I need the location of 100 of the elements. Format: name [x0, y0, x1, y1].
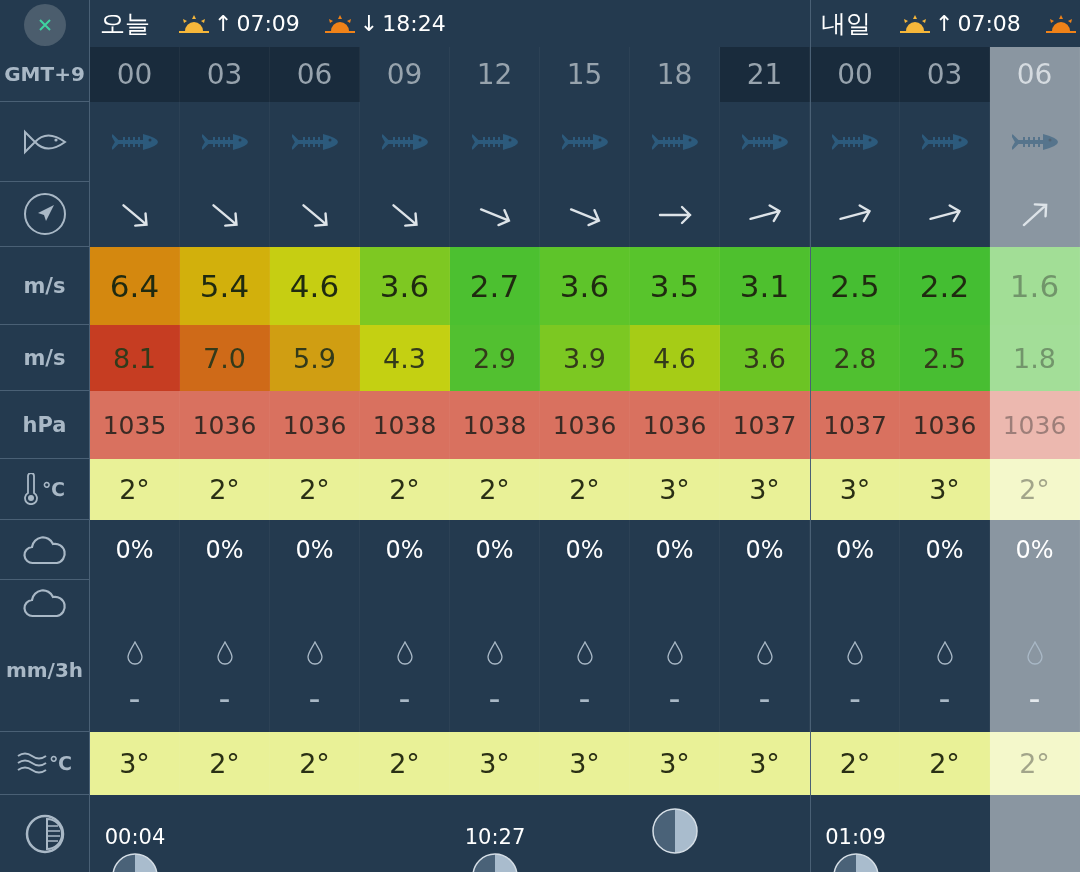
hour-tab[interactable]: 03 — [180, 47, 270, 102]
precipitation-value: – — [219, 686, 230, 712]
precipitation-value: – — [849, 686, 861, 712]
arrow-glyph: ↓ — [359, 11, 379, 36]
fish-skeleton-icon — [651, 132, 698, 152]
water-temperature-cell: 2° — [270, 732, 360, 795]
pressure-cell: 1037 — [810, 391, 900, 459]
arrow-glyph: ↑ — [935, 11, 954, 36]
precipitation-value: – — [1029, 686, 1040, 712]
fish-skeleton-icon — [381, 132, 428, 152]
raindrop-icon — [666, 640, 683, 665]
wind-speed-cell: 3.6 — [360, 247, 450, 325]
wind-speed-cell: 2.5 — [810, 247, 900, 325]
water-temperature-cell: 2° — [360, 732, 450, 795]
hour-tab[interactable]: 00 — [90, 47, 180, 102]
cloud-cover-cell: 0% — [360, 520, 450, 580]
hour-tab[interactable]: 12 — [450, 47, 540, 102]
hour-tab[interactable]: 15 — [540, 47, 630, 102]
temperature-cell: 3° — [810, 459, 900, 520]
fish-skeleton-icon — [921, 132, 968, 152]
moon-time: 00:04 — [104, 825, 166, 849]
gust-speed-cell: 2.8 — [810, 325, 900, 391]
water-temperature-cell: 3° — [540, 732, 630, 795]
gust-speed-cell: 2.5 — [900, 325, 990, 391]
close-button[interactable] — [23, 3, 66, 46]
hour-tab[interactable]: 09 — [360, 47, 450, 102]
gust-speed-cell: 4.6 — [630, 325, 720, 391]
wind-speed-cell: 3.5 — [630, 247, 720, 325]
temperature-cell: 3° — [630, 459, 720, 520]
hour-tab[interactable]: 00 — [810, 47, 900, 102]
pressure-cell: 1036 — [630, 391, 720, 459]
pressure-cell: 1037 — [720, 391, 810, 459]
water-temperature-cell: 2° — [900, 732, 990, 795]
temperature-cell: 2° — [270, 459, 360, 520]
raindrop-icon — [306, 640, 323, 665]
moon-phase-icon — [24, 813, 65, 854]
waves-icon — [17, 751, 47, 775]
hour-tab[interactable]: 21 — [720, 47, 810, 102]
pressure-cell: 1038 — [450, 391, 540, 459]
water-temperature-cell: 3° — [90, 732, 180, 795]
raindrop-icon — [756, 640, 773, 665]
timezone-label: GMT+9 — [4, 62, 85, 86]
pressure-cell: 1036 — [180, 391, 270, 459]
gust-speed-cell: 2.9 — [450, 325, 540, 391]
cloud-cover-cell: 0% — [810, 520, 900, 580]
precipitation-value: – — [309, 686, 320, 712]
temperature-cell: 3° — [900, 459, 990, 520]
pressure-cell: 1036 — [990, 391, 1080, 459]
cloud-cover-cell: 0% — [450, 520, 540, 580]
pressure-cell: 1036 — [540, 391, 630, 459]
cloud-cover-cell: 0% — [90, 520, 180, 580]
gust-unit-label: m/s — [23, 345, 66, 370]
pressure-unit-label: hPa — [22, 412, 67, 437]
fish-icon — [22, 128, 67, 155]
cloud-icon — [22, 534, 67, 565]
sun-horizon-icon — [323, 14, 356, 33]
thermometer-icon — [24, 473, 38, 505]
raindrop-icon — [396, 640, 413, 665]
raindrop-icon — [486, 640, 503, 665]
precipitation-value: – — [939, 686, 950, 712]
sun-horizon-icon — [899, 14, 931, 33]
wind-speed-cell: 5.4 — [180, 247, 270, 325]
temperature-cell: 2° — [990, 459, 1080, 520]
cloud-icon — [22, 588, 67, 618]
compass-icon — [22, 192, 67, 236]
hour-tab[interactable]: 06 — [270, 47, 360, 102]
gust-speed-cell: 3.6 — [720, 325, 810, 391]
close-icon — [37, 17, 52, 32]
fish-skeleton-icon — [832, 132, 878, 152]
temperature-cell: 3° — [720, 459, 810, 520]
wind-speed-cell: 2.2 — [900, 247, 990, 325]
sun-time: 07:09 — [236, 11, 300, 36]
moon-time: 10:27 — [464, 825, 526, 849]
raindrop-icon — [216, 640, 233, 665]
temperature-cell: 2° — [180, 459, 270, 520]
water-temperature-cell: 2° — [810, 732, 900, 795]
raindrop-icon — [1026, 640, 1043, 665]
wind-speed-cell: 4.6 — [270, 247, 360, 325]
gust-speed-cell: 5.9 — [270, 325, 360, 391]
fish-skeleton-icon — [111, 132, 158, 152]
precipitation-value: – — [669, 686, 680, 712]
half-moon-icon — [652, 808, 698, 854]
precipitation-value: – — [579, 686, 590, 712]
celsius-label: ℃ — [42, 478, 65, 500]
pressure-cell: 1036 — [270, 391, 360, 459]
raindrop-icon — [847, 640, 863, 665]
fish-skeleton-icon — [291, 132, 338, 152]
cloud-cover-cell: 0% — [720, 520, 810, 580]
day-label: 내일 — [821, 8, 871, 40]
fish-skeleton-icon — [741, 132, 788, 152]
water-temperature-cell: 3° — [450, 732, 540, 795]
hour-tab[interactable]: 03 — [900, 47, 990, 102]
celsius-label: ℃ — [49, 752, 72, 774]
wind-speed-cell: 1.6 — [990, 247, 1080, 325]
temperature-cell: 2° — [540, 459, 630, 520]
fish-skeleton-icon — [561, 132, 608, 152]
rain-unit-label: mm/3h — [5, 658, 84, 682]
water-temperature-cell: 2° — [180, 732, 270, 795]
cloud-cover-cell: 0% — [990, 520, 1080, 580]
precipitation-value: – — [129, 686, 140, 712]
